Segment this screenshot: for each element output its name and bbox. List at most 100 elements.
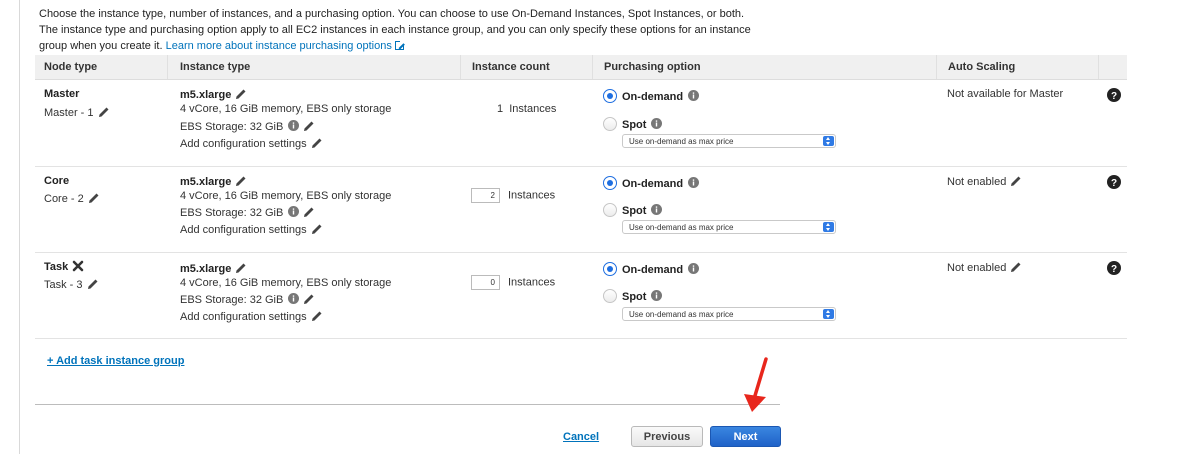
info-icon[interactable] [651, 290, 663, 301]
on-demand-radio[interactable] [603, 262, 617, 276]
edit-pencil-icon[interactable] [235, 175, 247, 187]
instance-type-text: m5.xlarge [180, 263, 232, 275]
column-divider [592, 55, 593, 79]
info-icon[interactable] [688, 263, 700, 274]
column-divider [1098, 55, 1099, 79]
on-demand-option[interactable]: On-demand [603, 176, 700, 190]
help-icon[interactable]: ? [1107, 88, 1121, 102]
info-icon[interactable] [288, 293, 300, 304]
add-configuration[interactable]: Add configuration settings [180, 223, 323, 236]
instance-count-input[interactable]: 0 [471, 275, 500, 290]
auto-scaling-text: Not enabled [947, 176, 1007, 188]
edit-pencil-icon[interactable] [311, 223, 323, 235]
spot-radio[interactable] [603, 117, 617, 131]
instance-count-input[interactable]: 2 [471, 188, 500, 203]
ebs-storage-text: EBS Storage: 32 GiB [180, 121, 284, 133]
edit-pencil-icon[interactable] [235, 88, 247, 100]
svg-text:?: ? [1111, 91, 1117, 102]
info-icon[interactable] [651, 118, 663, 129]
instance-group-name: Task - 3 [44, 278, 99, 291]
svg-text:?: ? [1111, 264, 1117, 275]
edit-pencil-icon[interactable] [311, 310, 323, 322]
intro-line-1: Choose the instance type, number of inst… [39, 8, 745, 20]
remove-x-icon[interactable] [72, 260, 84, 272]
intro-line-3: group when you create it. [39, 40, 163, 52]
info-icon[interactable] [688, 90, 700, 101]
add-task-instance-group-link[interactable]: + Add task instance group [47, 355, 184, 367]
max-price-value: Use on-demand as max price [629, 137, 734, 146]
on-demand-option[interactable]: On-demand [603, 262, 700, 276]
info-icon[interactable] [688, 177, 700, 188]
node-type-label: Core [44, 175, 70, 187]
edit-pencil-icon[interactable] [98, 106, 110, 118]
max-price-select[interactable]: Use on-demand as max price [622, 307, 836, 321]
edit-pencil-icon[interactable] [303, 206, 315, 218]
previous-button[interactable]: Previous [631, 426, 703, 447]
max-price-value: Use on-demand as max price [629, 223, 734, 232]
on-demand-radio[interactable] [603, 176, 617, 190]
edit-pencil-icon[interactable] [87, 278, 99, 290]
instance-type-name: m5.xlarge [180, 175, 247, 188]
info-icon[interactable] [651, 204, 663, 215]
node-type-label: Master [44, 88, 80, 100]
help-icon[interactable]: ? [1107, 175, 1121, 189]
ebs-storage-text: EBS Storage: 32 GiB [180, 294, 284, 306]
on-demand-radio[interactable] [603, 89, 617, 103]
instance-count: 2 Instances [471, 188, 555, 203]
instance-count: 1 Instances [497, 103, 556, 115]
max-price-select[interactable]: Use on-demand as max price [622, 220, 836, 234]
max-price-select[interactable]: Use on-demand as max price [622, 134, 836, 148]
table-row-master: Master Master - 1 m5.xlarge 4 vCore, 16 … [35, 80, 1127, 167]
edit-pencil-icon[interactable] [311, 137, 323, 149]
learn-more-link[interactable]: Learn more about instance purchasing opt… [166, 40, 405, 52]
instance-count-unit: Instances [508, 189, 556, 202]
next-button[interactable]: Next [710, 426, 781, 447]
select-arrows-icon [823, 309, 834, 319]
spot-option[interactable]: Spot [603, 203, 663, 217]
spot-radio[interactable] [603, 203, 617, 217]
instance-spec: 4 vCore, 16 GiB memory, EBS only storage [180, 103, 392, 115]
instance-count-unit: Instances [509, 103, 557, 115]
group-name-text: Task - 3 [44, 279, 83, 291]
spot-radio[interactable] [603, 289, 617, 303]
edit-pencil-icon[interactable] [303, 120, 315, 132]
max-price-value: Use on-demand as max price [629, 310, 734, 319]
add-configuration[interactable]: Add configuration settings [180, 310, 323, 323]
edit-pencil-icon[interactable] [1010, 175, 1022, 187]
ebs-storage: EBS Storage: 32 GiB [180, 206, 315, 219]
left-border [19, 0, 20, 454]
info-icon[interactable] [288, 206, 300, 217]
node-type-text: Task [44, 261, 69, 273]
edit-pencil-icon[interactable] [235, 262, 247, 274]
instance-type-name: m5.xlarge [180, 262, 247, 275]
on-demand-option[interactable]: On-demand [603, 89, 700, 103]
select-arrows-icon [823, 222, 834, 232]
select-arrows-icon [823, 136, 834, 146]
add-configuration-text: Add configuration settings [180, 224, 307, 236]
instance-count: 0 Instances [471, 275, 555, 290]
ebs-storage: EBS Storage: 32 GiB [180, 293, 315, 306]
cancel-button[interactable]: Cancel [563, 431, 599, 443]
instance-type-name: m5.xlarge [180, 88, 247, 101]
group-name-text: Master - 1 [44, 107, 94, 119]
info-icon[interactable] [288, 120, 300, 131]
help-icon[interactable]: ? [1107, 261, 1121, 275]
edit-pencil-icon[interactable] [303, 293, 315, 305]
edit-pencil-icon[interactable] [1010, 261, 1022, 273]
instance-type-text: m5.xlarge [180, 176, 232, 188]
spot-option[interactable]: Spot [603, 289, 663, 303]
table-row-task: Task Task - 3 m5.xlarge 4 vCore, 16 GiB … [35, 253, 1127, 339]
spot-option[interactable]: Spot [603, 117, 663, 131]
add-configuration[interactable]: Add configuration settings [180, 137, 323, 150]
instance-type-text: m5.xlarge [180, 89, 232, 101]
node-type-label: Task [44, 260, 84, 273]
auto-scaling-status: Not available for Master [947, 88, 1064, 100]
column-divider [460, 55, 461, 79]
instance-spec: 4 vCore, 16 GiB memory, EBS only storage [180, 190, 392, 202]
edit-pencil-icon[interactable] [88, 192, 100, 204]
instance-count-unit: Instances [508, 276, 556, 289]
header-auto-scaling: Auto Scaling [948, 61, 1016, 73]
spot-label: Spot [622, 119, 647, 131]
column-divider [167, 55, 168, 79]
annotation-arrow-icon [744, 357, 768, 412]
